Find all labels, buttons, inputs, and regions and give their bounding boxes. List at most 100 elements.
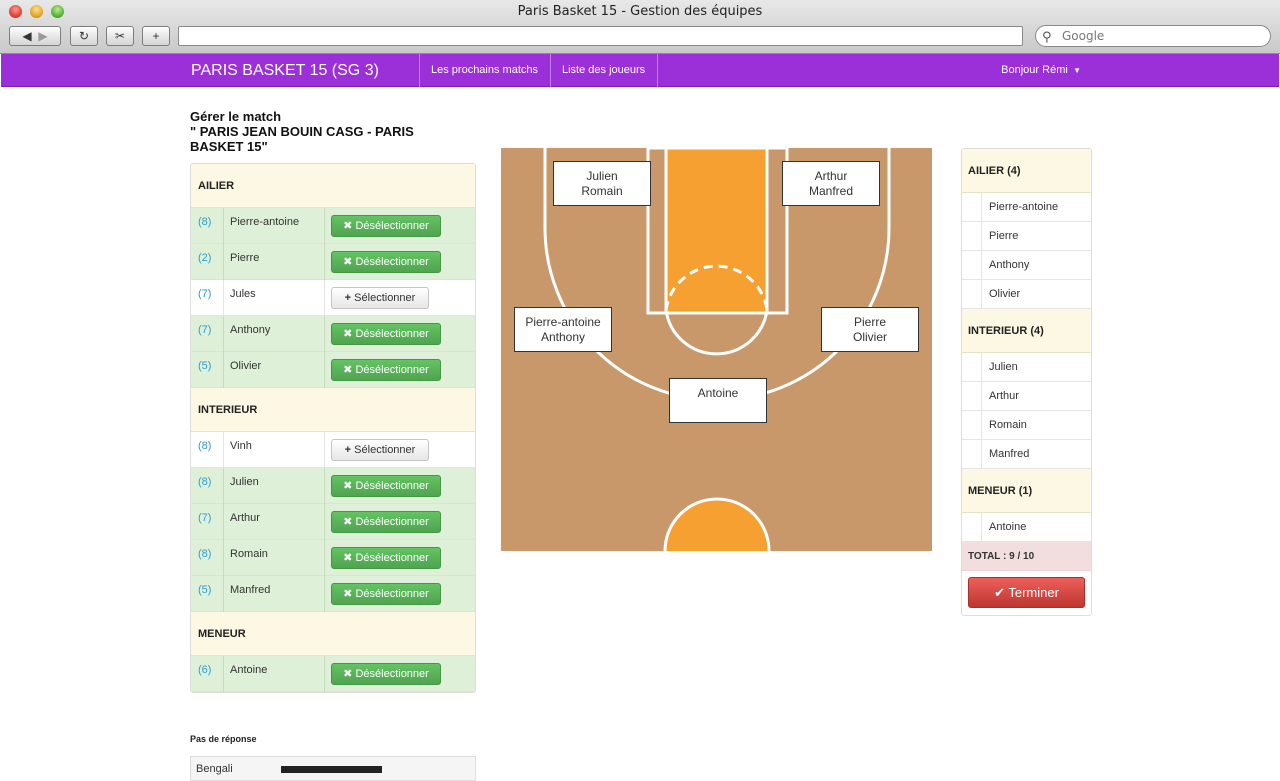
player-name: Antoine: [230, 664, 268, 676]
remove-icon: ✖: [343, 668, 353, 680]
select-button[interactable]: + Sélectionner: [331, 287, 429, 309]
remove-icon: ✖: [343, 220, 353, 232]
player-number: (7): [198, 324, 212, 336]
basketball-court: Julien Romain Arthur Manfred Pierre-anto…: [501, 148, 932, 551]
cell-divider: [324, 352, 325, 388]
summary-player-name: Julien: [989, 361, 1018, 373]
reload-button[interactable]: ↻: [70, 26, 98, 46]
summary-row: Julien: [962, 353, 1091, 382]
search-field[interactable]: ⚲ Google: [1035, 25, 1271, 47]
finish-button[interactable]: ✔ Terminer: [968, 577, 1085, 608]
summary-group-header: MENEUR (1): [962, 469, 1091, 513]
player-name: Julien: [230, 476, 259, 488]
remove-icon: ✖: [343, 364, 353, 376]
button-label: Sélectionner: [354, 444, 416, 456]
forward-arrow-icon[interactable]: ▶: [38, 29, 47, 43]
address-bar[interactable]: [178, 26, 1023, 46]
cell-divider: [223, 576, 224, 612]
cell-divider: [324, 208, 325, 244]
player-name: Pierre-antoine: [230, 216, 300, 228]
summary-row: Manfred: [962, 440, 1091, 469]
nav-link-upcoming-matches[interactable]: Les prochains matchs: [431, 54, 538, 87]
player-number: (7): [198, 288, 212, 300]
back-arrow-icon[interactable]: ◀: [22, 29, 31, 43]
court-position-box[interactable]: Antoine: [669, 378, 767, 423]
user-menu[interactable]: Bonjour Rémi ▼: [1001, 54, 1081, 87]
remove-icon: ✖: [343, 480, 353, 492]
button-label: Désélectionner: [355, 552, 429, 564]
court-position-box[interactable]: Arthur Manfred: [782, 161, 880, 206]
court-position-name: Manfred: [808, 183, 854, 198]
caret-down-icon: ▼: [1070, 66, 1081, 75]
cell-divider: [223, 656, 224, 692]
cell-divider: [324, 576, 325, 612]
summary-row: Romain: [962, 411, 1091, 440]
back-forward-buttons[interactable]: ◀ ▶: [9, 26, 61, 46]
summary-row: Antoine: [962, 513, 1091, 542]
cell-divider: [324, 280, 325, 316]
brand-title[interactable]: PARIS BASKET 15 (SG 3): [191, 54, 379, 87]
nav-link-players[interactable]: Liste des joueurs: [562, 54, 645, 87]
cell-divider: [324, 540, 325, 576]
lineup-summary: AILIER (4) Pierre-antoine Pierre Anthony Oli…: [961, 148, 1092, 616]
page-title: Gérer le match " PARIS JEAN BOUIN CASG -…: [190, 109, 470, 154]
summary-player-name: Manfred: [989, 448, 1030, 460]
cell-divider: [324, 244, 325, 280]
player-number: (7): [198, 512, 212, 524]
browser-titlebar: Paris Basket 15 - Gestion des équipes ◀ …: [0, 0, 1280, 54]
deselect-button[interactable]: ✖ Désélectionner: [331, 323, 441, 345]
scissors-icon: ✂: [114, 29, 126, 43]
player-name: Pierre: [230, 252, 260, 264]
roster-row: (8) Julien ✖ Désélectionner: [191, 468, 475, 504]
summary-player-name: Pierre-antoine: [989, 201, 1059, 213]
summary-row: Pierre: [962, 222, 1091, 251]
court-position-box[interactable]: Julien Romain: [553, 161, 651, 206]
deselect-button[interactable]: ✖ Désélectionner: [331, 251, 441, 273]
roster-row: (7) Jules + Sélectionner: [191, 280, 475, 316]
deselect-button[interactable]: ✖ Désélectionner: [331, 359, 441, 381]
new-tab-button[interactable]: +: [142, 26, 170, 46]
plus-icon: +: [344, 444, 352, 456]
cell-divider: [981, 251, 982, 280]
deselect-button[interactable]: ✖ Désélectionner: [331, 547, 441, 569]
court-position-name: Romain: [581, 183, 623, 198]
remove-icon: ✖: [343, 328, 353, 340]
deselect-button[interactable]: ✖ Désélectionner: [331, 583, 441, 605]
cell-divider: [324, 316, 325, 352]
cell-divider: [981, 382, 982, 411]
cell-divider: [981, 353, 982, 382]
cell-divider: [981, 411, 982, 440]
deselect-button[interactable]: ✖ Désélectionner: [331, 215, 441, 237]
player-number: (8): [198, 440, 212, 452]
button-label: Désélectionner: [355, 328, 429, 340]
check-icon: ✔: [994, 585, 1005, 600]
court-position-box[interactable]: Pierre Olivier: [821, 307, 919, 352]
window-title: Paris Basket 15 - Gestion des équipes: [517, 4, 763, 19]
page-title-line1: Gérer le match: [190, 109, 282, 124]
cell-divider: [223, 208, 224, 244]
deselect-button[interactable]: ✖ Désélectionner: [331, 663, 441, 685]
player-number: (5): [198, 584, 212, 596]
deselect-button[interactable]: ✖ Désélectionner: [331, 511, 441, 533]
select-button[interactable]: + Sélectionner: [331, 439, 429, 461]
cell-divider: [223, 280, 224, 316]
roster-row: (7) Arthur ✖ Désélectionner: [191, 504, 475, 540]
summary-player-name: Antoine: [989, 521, 1027, 533]
summary-player-name: Arthur: [989, 390, 1019, 402]
court-position-box[interactable]: Pierre-antoine Anthony: [514, 307, 612, 352]
court-position-name: Anthony: [540, 329, 586, 344]
screenshot-button[interactable]: ✂: [106, 26, 134, 46]
summary-row: Olivier: [962, 280, 1091, 309]
deselect-button[interactable]: ✖ Désélectionner: [331, 475, 441, 497]
plus-icon: +: [344, 292, 352, 304]
cell-divider: [223, 316, 224, 352]
player-name: Olivier: [230, 360, 262, 372]
player-name: Jules: [230, 288, 256, 300]
summary-row: Arthur: [962, 382, 1091, 411]
summary-player-name: Olivier: [989, 288, 1021, 300]
court-position-name: Antoine: [697, 386, 739, 400]
match-name: " PARIS JEAN BOUIN CASG - PARIS BASKET 1…: [190, 124, 414, 154]
button-label: Désélectionner: [355, 668, 429, 680]
roster-group-header: MENEUR: [191, 612, 475, 656]
cell-divider: [981, 280, 982, 309]
